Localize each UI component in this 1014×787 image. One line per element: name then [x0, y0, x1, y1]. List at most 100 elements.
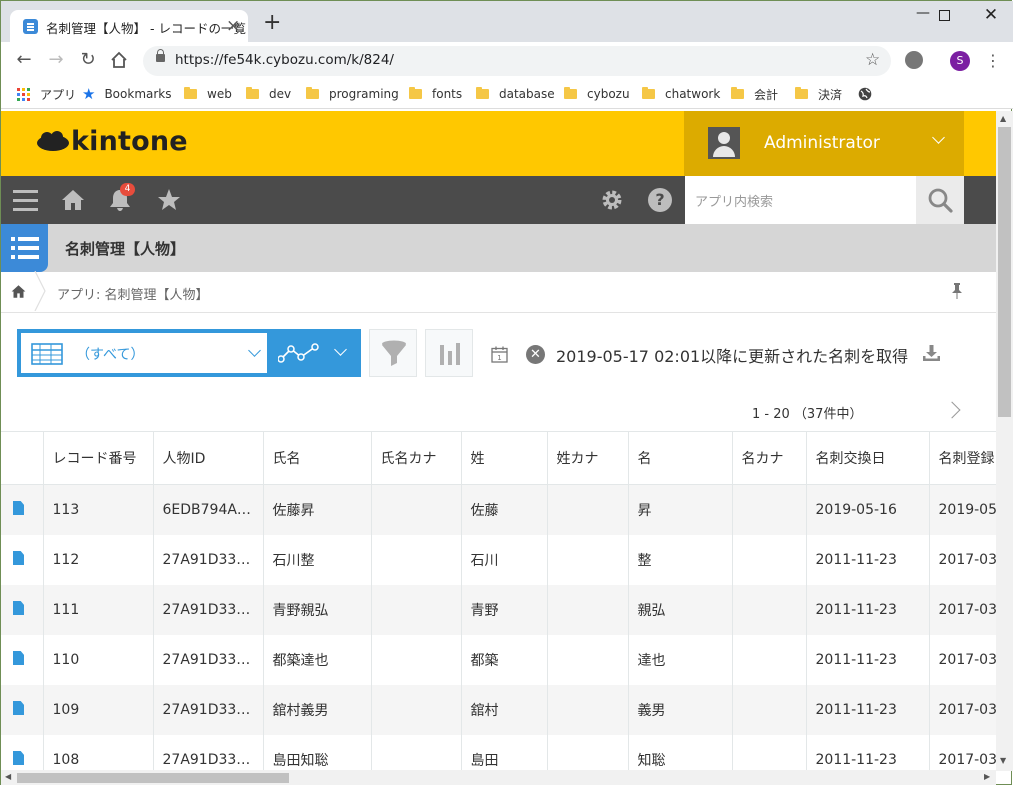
table-cell: 舘村義男	[263, 685, 372, 735]
table-cell	[547, 735, 629, 771]
horizontal-scrollbar[interactable]: ◀ ▶	[1, 770, 996, 785]
graph-button[interactable]	[425, 329, 473, 377]
app-search-input[interactable]: アプリ内検索	[685, 176, 916, 224]
download-icon[interactable]	[922, 344, 941, 363]
table-row[interactable]: 113 6EDB794A… 佐藤昇 佐藤 昇 2019-05-16 2019-05	[1, 484, 996, 535]
extension-icon[interactable]	[905, 51, 923, 69]
record-detail-cell[interactable]	[1, 535, 44, 585]
graph-selector[interactable]	[268, 329, 361, 377]
bookmark-programing[interactable]: programing	[306, 86, 399, 102]
address-bar[interactable]: https://fe54k.cybozu.com/k/824/ ☆	[143, 46, 891, 76]
bookmark-database[interactable]: database	[476, 86, 555, 102]
clear-icon[interactable]: ✕	[526, 345, 545, 364]
table-row[interactable]: 111 27A91D33… 青野親弘 青野 親弘 2011-11-23 2017-0…	[1, 585, 996, 635]
reload-icon[interactable]: ↻	[77, 51, 99, 69]
table-row[interactable]: 110 27A91D33… 都築達也 都築 達也 2011-11-23 2017-0…	[1, 635, 996, 685]
update-notice[interactable]: 2019-05-17 02:01以降に更新された名刺を取得	[556, 343, 908, 367]
table-cell: 達也	[628, 635, 733, 685]
document-icon[interactable]	[13, 701, 24, 715]
record-detail-cell[interactable]	[1, 484, 44, 535]
table-cell: 佐藤	[461, 484, 548, 535]
table-cell	[371, 585, 462, 635]
filter-icon	[382, 340, 406, 366]
home-icon[interactable]	[61, 188, 85, 212]
profile-avatar[interactable]: S	[950, 51, 970, 71]
forward-icon[interactable]: →	[45, 51, 67, 69]
table-cell: 108	[43, 735, 154, 771]
breadcrumb-app[interactable]: アプリ: 名刺管理【人物】	[57, 284, 209, 303]
bookmark-web[interactable]: web	[184, 86, 232, 102]
home-icon[interactable]	[11, 284, 26, 299]
back-icon[interactable]: ←	[13, 51, 35, 69]
bookmark-star-icon[interactable]: ☆	[865, 50, 880, 70]
close-window-icon[interactable]: ✕	[971, 5, 1011, 29]
record-detail-cell[interactable]	[1, 735, 44, 771]
table-cell	[732, 484, 807, 535]
document-icon[interactable]	[13, 751, 24, 765]
column-header[interactable]: 人物ID	[153, 431, 264, 485]
scrollbar-thumb[interactable]	[998, 127, 1011, 417]
document-icon[interactable]	[13, 601, 24, 615]
record-detail-cell[interactable]	[1, 585, 44, 635]
pin-icon[interactable]	[951, 283, 963, 299]
maximize-icon[interactable]	[924, 5, 964, 29]
table-cell: 27A91D33…	[153, 535, 264, 585]
column-header[interactable]: 氏名カナ	[371, 431, 462, 485]
star-icon[interactable]	[157, 188, 181, 212]
url-text[interactable]: https://fe54k.cybozu.com/k/824/	[175, 52, 394, 68]
tab-close-icon[interactable]: ×	[226, 16, 240, 36]
table-row[interactable]: 108 27A91D33… 島田知聡 島田 知聡 2011-11-23 2017-0…	[1, 735, 996, 771]
table-cell	[371, 735, 462, 771]
scroll-left-icon[interactable]: ◀	[5, 772, 11, 781]
bookmark-label: dev	[269, 87, 292, 101]
table-cell: 都築達也	[263, 635, 372, 685]
bookmark-kaikei[interactable]: 会計	[731, 86, 778, 102]
column-header[interactable]: 名	[628, 431, 733, 485]
kintone-logo[interactable]: kintone	[71, 126, 188, 157]
table-cell: 27A91D33…	[153, 735, 264, 771]
column-header[interactable]: 名刺登録	[929, 431, 996, 485]
bookmark-chatwork[interactable]: chatwork	[642, 86, 720, 102]
calendar-icon[interactable]: 1	[491, 346, 508, 363]
bookmark-fonts[interactable]: fonts	[409, 86, 462, 102]
column-header[interactable]: 氏名	[263, 431, 372, 485]
browser-tab[interactable]: 名刺管理【人物】 - レコードの一覧 ×	[10, 10, 248, 43]
folder-icon	[409, 87, 422, 99]
user-menu[interactable]: Administrator	[684, 111, 964, 176]
table-cell: 青野親弘	[263, 585, 372, 635]
view-selector[interactable]: （すべて）	[17, 329, 269, 377]
scroll-down-icon[interactable]: ▼	[1000, 756, 1006, 765]
table-row[interactable]: 109 27A91D33… 舘村義男 舘村 義男 2011-11-23 2017-0…	[1, 685, 996, 735]
column-header[interactable]: レコード番号	[43, 431, 154, 485]
scroll-right-icon[interactable]: ▶	[984, 772, 990, 781]
table-row[interactable]: 112 27A91D33… 石川整 石川 整 2011-11-23 2017-03	[1, 535, 996, 585]
folder-icon	[642, 87, 655, 99]
scroll-up-icon[interactable]: ▲	[1000, 114, 1006, 123]
vertical-scrollbar[interactable]: ▲ ▼	[996, 111, 1013, 771]
record-detail-cell[interactable]	[1, 635, 44, 685]
column-header[interactable]: 名カナ	[732, 431, 807, 485]
more-menu-icon[interactable]: ⋮	[985, 51, 1001, 70]
app-list-icon[interactable]	[1, 224, 48, 272]
filter-button[interactable]	[369, 329, 417, 377]
bookmark-kessai[interactable]: 決済	[795, 86, 842, 102]
globe-icon[interactable]	[858, 86, 872, 102]
search-button[interactable]	[916, 176, 964, 224]
gear-icon[interactable]	[600, 188, 624, 212]
bookmark-cybozu[interactable]: cybozu	[564, 86, 630, 102]
bookmark-dev[interactable]: dev	[246, 86, 291, 102]
bookmark-apps[interactable]: アプリ	[17, 86, 76, 102]
column-header[interactable]: 姓カナ	[547, 431, 629, 485]
help-icon[interactable]: ?	[648, 188, 672, 212]
document-icon[interactable]	[13, 501, 24, 515]
menu-icon[interactable]	[13, 190, 38, 193]
record-detail-cell[interactable]	[1, 685, 44, 735]
bookmark-bookmarks[interactable]: ★ Bookmarks	[82, 85, 172, 103]
column-header[interactable]: 姓	[461, 431, 548, 485]
new-tab-icon[interactable]: +	[263, 12, 281, 34]
document-icon[interactable]	[13, 551, 24, 565]
column-header[interactable]: 名刺交換日	[806, 431, 930, 485]
home-icon[interactable]	[108, 51, 130, 73]
document-icon[interactable]	[13, 651, 24, 665]
scrollbar-thumb[interactable]	[17, 773, 289, 783]
